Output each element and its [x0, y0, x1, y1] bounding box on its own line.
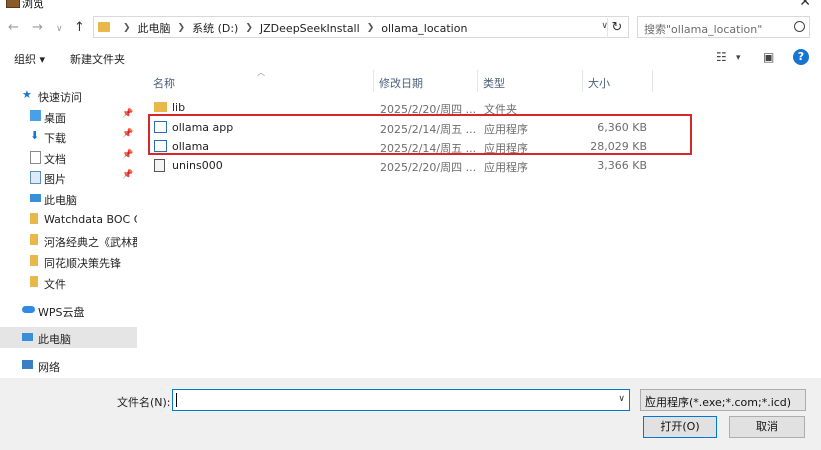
- help-icon[interactable]: ?: [793, 49, 809, 65]
- star-icon: ★: [22, 88, 32, 101]
- chevron-down-icon: ∨: [645, 394, 652, 404]
- column-header-date[interactable]: 修改日期: [379, 75, 423, 91]
- pin-icon[interactable]: 📌: [122, 129, 133, 139]
- folder-icon: [98, 22, 110, 32]
- sidebar-item-desktop[interactable]: 桌面 📌: [0, 106, 137, 126]
- sidebar-item-files[interactable]: 文件: [0, 272, 137, 292]
- sidebar-item-quick-access[interactable]: ★ 快速访问: [0, 85, 137, 105]
- chevron-right-icon[interactable]: ❯: [245, 23, 253, 33]
- column-divider[interactable]: [652, 70, 653, 92]
- computer-icon: [22, 333, 33, 341]
- sidebar-item-this-pc-main[interactable]: 此电脑: [0, 327, 137, 348]
- folder-icon: [30, 234, 38, 245]
- sidebar-item-this-pc[interactable]: 此电脑: [0, 188, 137, 208]
- highlight-box: [148, 114, 692, 155]
- title-bar: 浏览 ✕: [0, 0, 821, 14]
- desktop-folder-icon: [30, 110, 41, 121]
- filename-label: 文件名(N):: [117, 396, 171, 409]
- navigation-pane: ★ 快速访问 桌面 📌 ⬇ 下载 📌 文档 📌 图片 📌 此电脑 Watchda…: [0, 70, 137, 378]
- sidebar-item-tonghuashun[interactable]: 同花顺决策先锋: [0, 251, 137, 271]
- column-divider[interactable]: [373, 70, 374, 92]
- search-icon: [794, 21, 805, 32]
- window-title: 浏览: [22, 0, 44, 10]
- cancel-button[interactable]: 取消: [729, 416, 805, 438]
- filename-input[interactable]: ∨: [172, 389, 630, 411]
- app-icon: [6, 0, 20, 8]
- sidebar-item-downloads[interactable]: ⬇ 下载 📌: [0, 126, 137, 146]
- download-folder-icon: ⬇: [30, 129, 40, 142]
- breadcrumb-item[interactable]: JZDeepSeekInstall: [260, 22, 360, 35]
- sidebar-item-watchdata[interactable]: Watchdata BOC C: [0, 209, 137, 229]
- column-header-size[interactable]: 大小: [588, 75, 610, 91]
- chevron-down-icon[interactable]: ▾: [736, 53, 741, 63]
- column-header-name[interactable]: 名称: [153, 75, 175, 91]
- preview-pane-icon[interactable]: ▣: [763, 50, 774, 64]
- chevron-right-icon[interactable]: ❯: [178, 23, 186, 33]
- file-type-select[interactable]: 应用程序(*.exe;*.com;*.icd) ∨: [640, 389, 806, 411]
- sidebar-item-network[interactable]: 网络: [0, 355, 137, 375]
- breadcrumb: ❯ 此电脑 ❯ 系统 (D:) ❯ JZDeepSeekInstall ❯ ol…: [116, 20, 467, 36]
- pin-icon[interactable]: 📌: [122, 150, 133, 160]
- new-folder-button[interactable]: 新建文件夹: [70, 51, 125, 67]
- documents-folder-icon: [30, 151, 41, 164]
- address-bar[interactable]: ❯ 此电脑 ❯ 系统 (D:) ❯ JZDeepSeekInstall ❯ ol…: [93, 16, 629, 38]
- folder-icon: [30, 213, 38, 224]
- up-arrow-icon[interactable]: ↑: [74, 20, 85, 35]
- sidebar-item-pictures[interactable]: 图片 📌: [0, 167, 137, 187]
- dialog-footer: 文件名(N): ∨ 应用程序(*.exe;*.com;*.icd) ∨ 打开(O…: [0, 378, 821, 450]
- search-input[interactable]: 搜索"ollama_location": [637, 16, 810, 38]
- back-arrow-icon[interactable]: ←: [8, 20, 19, 35]
- pictures-folder-icon: [30, 171, 41, 184]
- cloud-icon: [22, 306, 35, 313]
- close-icon[interactable]: ✕: [799, 0, 811, 10]
- file-row-unins000[interactable]: unins000 2025/2/20/周四 ... 应用程序 3,366 KB: [137, 156, 821, 175]
- forward-arrow-icon[interactable]: →: [32, 20, 43, 35]
- column-divider[interactable]: [582, 70, 583, 92]
- computer-icon: [30, 194, 41, 202]
- folder-icon: [154, 102, 167, 112]
- chevron-down-icon[interactable]: ∨: [618, 394, 625, 404]
- search-placeholder: 搜索"ollama_location": [644, 23, 763, 36]
- sort-up-icon: ︿: [257, 68, 265, 77]
- chevron-right-icon[interactable]: ❯: [367, 23, 375, 33]
- uninstaller-icon: [154, 159, 165, 172]
- breadcrumb-item[interactable]: 系统 (D:): [192, 20, 238, 36]
- open-button[interactable]: 打开(O): [643, 416, 717, 438]
- column-header-type[interactable]: 类型: [483, 75, 505, 91]
- sidebar-item-heluo[interactable]: 河洛经典之《武林群: [0, 230, 137, 250]
- chevron-right-icon[interactable]: ❯: [123, 23, 131, 33]
- folder-icon: [30, 276, 38, 287]
- column-divider[interactable]: [477, 70, 478, 92]
- breadcrumb-item[interactable]: ollama_location: [381, 22, 467, 35]
- folder-icon: [30, 255, 38, 266]
- sidebar-item-wps-cloud[interactable]: WPS云盘: [0, 300, 137, 320]
- sidebar-item-documents[interactable]: 文档 📌: [0, 147, 137, 167]
- organize-button[interactable]: 组织 ▾: [14, 51, 45, 67]
- breadcrumb-item[interactable]: 此电脑: [138, 20, 171, 36]
- text-cursor: [176, 393, 177, 407]
- network-icon: [22, 360, 33, 369]
- recent-dropdown-icon[interactable]: ∨: [56, 24, 63, 34]
- refresh-icon[interactable]: ↻: [607, 18, 626, 38]
- view-options-icon[interactable]: ☷: [716, 50, 727, 64]
- command-bar: 组织 ▾ 新建文件夹 ☷ ▾ ▣: [0, 45, 821, 69]
- pin-icon[interactable]: 📌: [122, 170, 133, 180]
- pin-icon[interactable]: 📌: [122, 109, 133, 119]
